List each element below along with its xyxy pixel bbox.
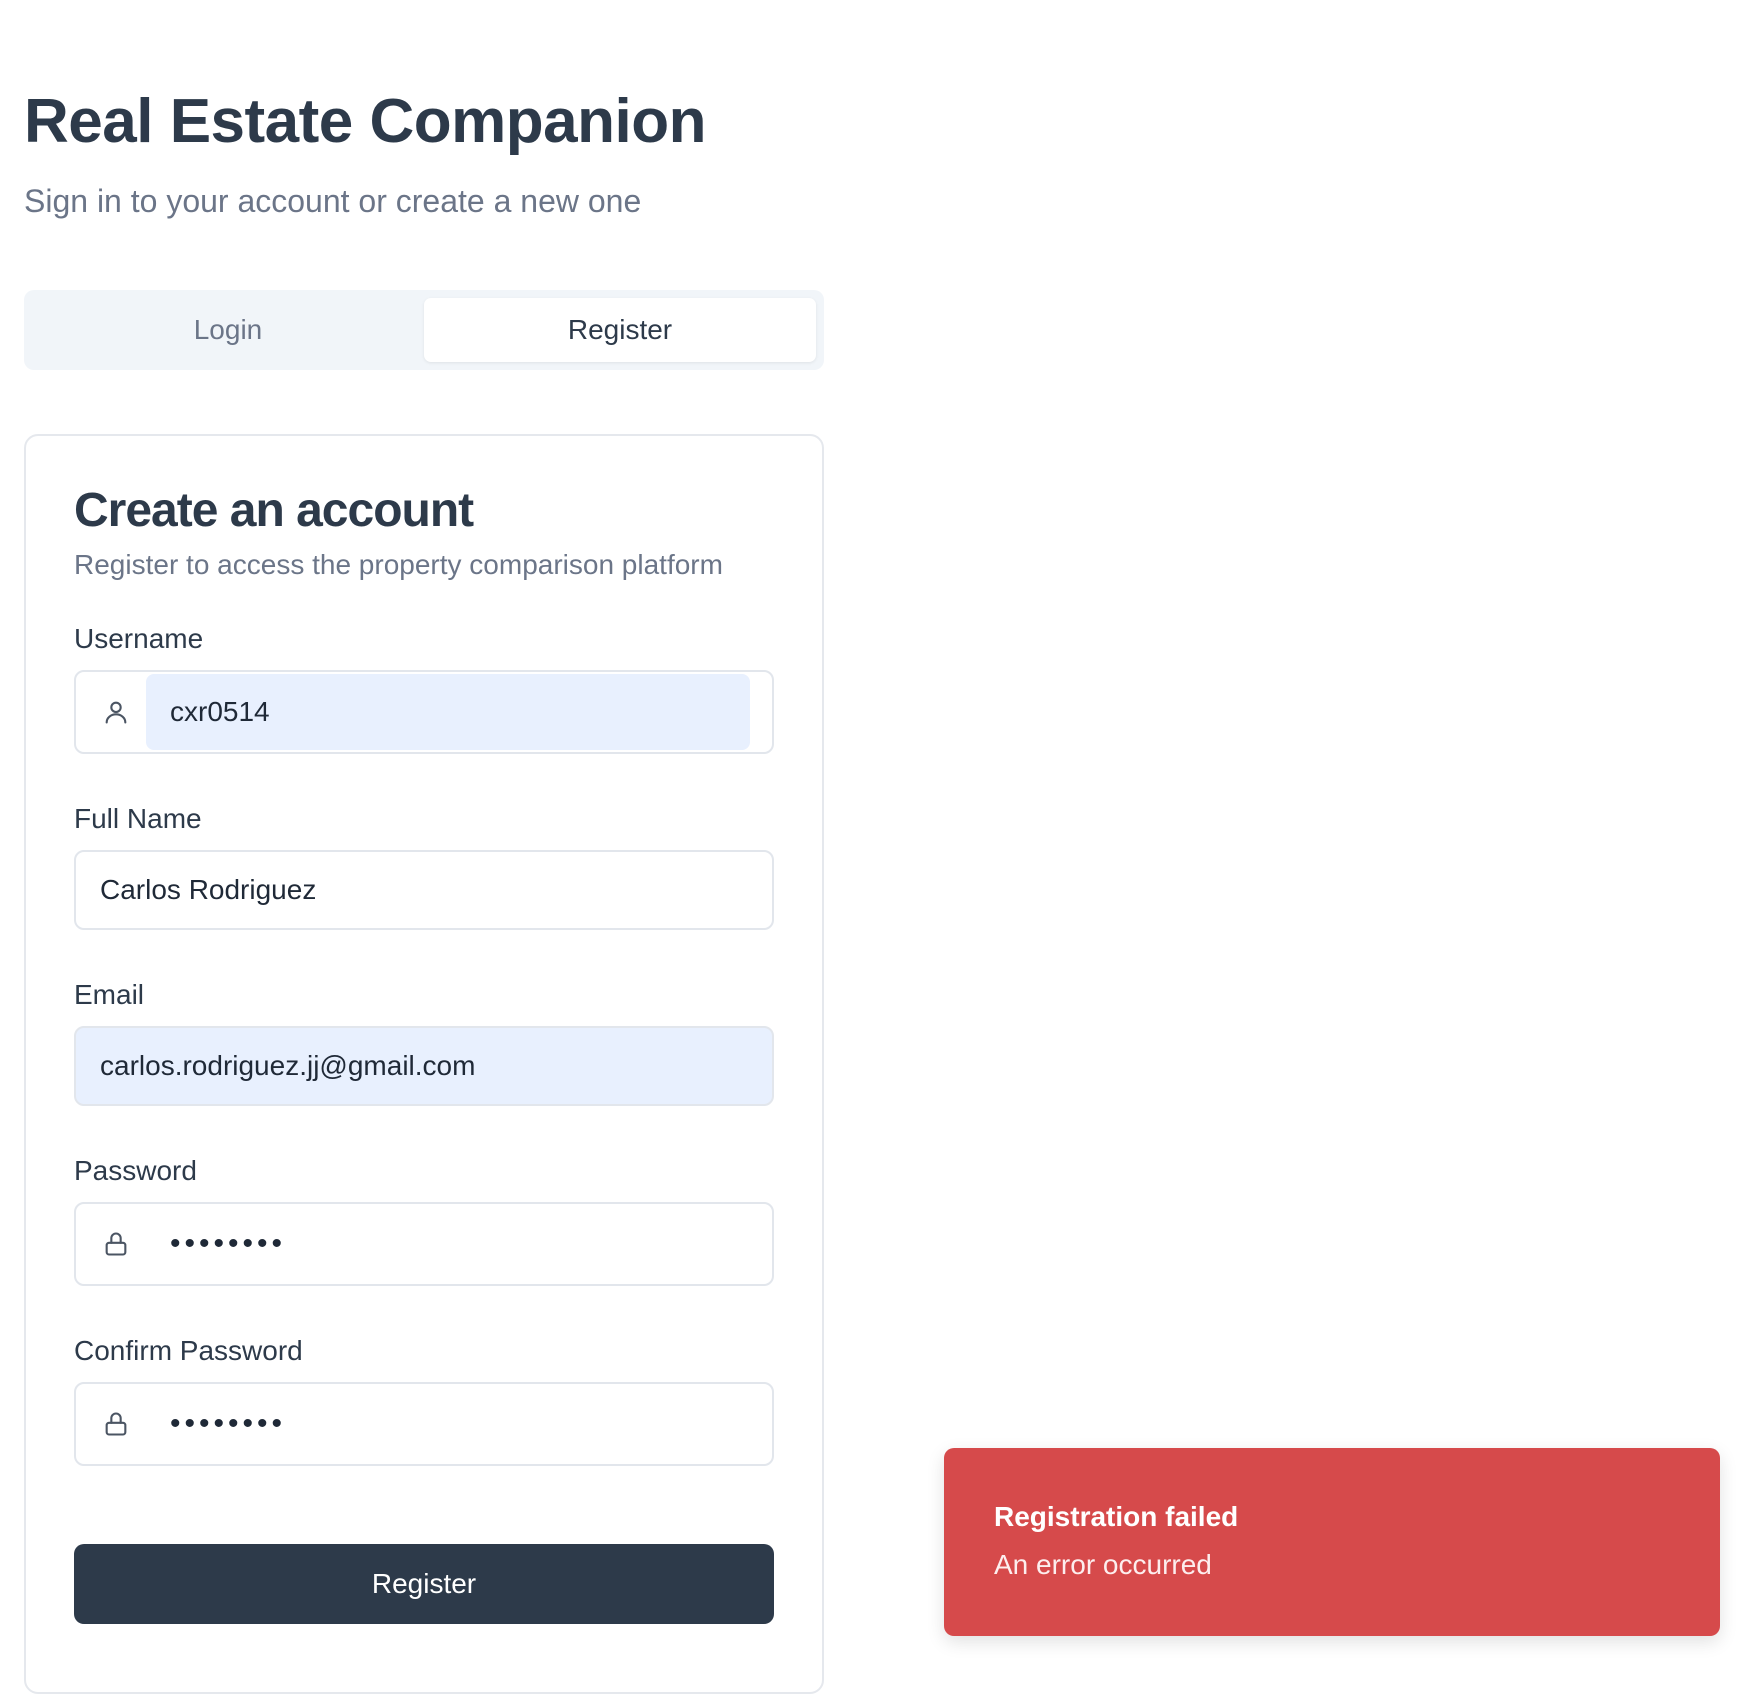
full-name-field [74,850,774,930]
username-input[interactable] [146,674,750,750]
card-title: Create an account [74,484,474,537]
full-name-label: Full Name [74,803,202,834]
full-name-input[interactable] [76,852,772,928]
page-subtitle: Sign in to your account or create a new … [24,183,642,219]
password-label: Password [74,1155,197,1186]
register-button[interactable]: Register [74,1544,774,1624]
user-icon [100,696,132,728]
register-card: Create an account Register to access the… [24,434,824,1694]
lock-icon [100,1228,132,1260]
card-description: Register to access the property comparis… [74,549,723,580]
confirm-password-label: Confirm Password [74,1335,303,1366]
tab-login[interactable]: Login [32,298,424,362]
email-field [74,1026,774,1106]
page-title: Real Estate Companion [24,87,706,156]
lock-icon [100,1408,132,1440]
toast-message: An error occurred [994,1549,1212,1580]
confirm-password-field [74,1382,774,1466]
password-field [74,1202,774,1286]
confirm-password-input[interactable] [146,1384,746,1464]
error-toast: Registration failed An error occurred [944,1448,1720,1636]
username-label: Username [74,623,204,654]
tab-register[interactable]: Register [424,298,816,362]
username-field [74,670,774,754]
auth-tabs: Login Register [24,290,824,370]
email-label: Email [74,979,145,1010]
email-input[interactable] [76,1028,772,1104]
password-input[interactable] [146,1204,746,1284]
toast-title: Registration failed [994,1501,1239,1532]
